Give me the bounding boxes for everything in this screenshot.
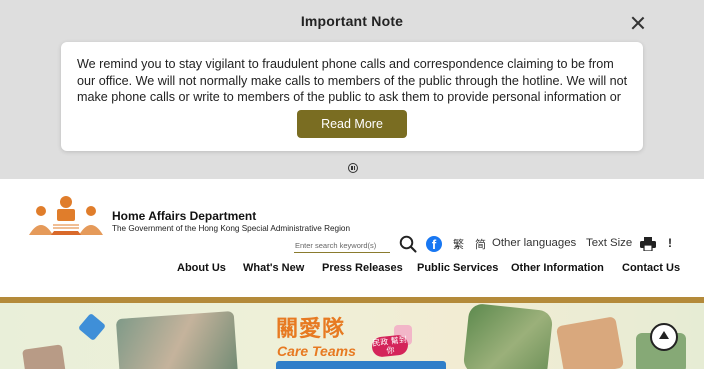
nav-whats-new[interactable]: What's New (243, 262, 304, 274)
important-note-banner: Important Note We remind you to stay vig… (0, 0, 704, 179)
notice-title: Important Note (300, 13, 404, 29)
banner-title-english: Care Teams (277, 343, 356, 359)
banner-badge: 民政 幫到你 (371, 334, 409, 358)
banner-subtitle-bar (276, 361, 446, 369)
hkhad-logo[interactable] (27, 195, 105, 239)
notice-card: We remind you to stay vigilant to fraudu… (61, 42, 643, 151)
nav-public-services[interactable]: Public Services (417, 262, 498, 274)
text-size-control[interactable]: Text Size (586, 237, 632, 249)
read-more-button[interactable]: Read More (297, 110, 407, 138)
search-input[interactable] (294, 238, 390, 253)
banner-photo (115, 310, 239, 369)
nav-contact-us[interactable]: Contact Us (622, 262, 680, 274)
lang-simplified-chinese[interactable]: 简 (475, 236, 486, 252)
department-subtitle: The Government of the Hong Kong Special … (112, 224, 351, 233)
alert-icon[interactable]: ! (668, 236, 672, 250)
lang-traditional-chinese[interactable]: 繁 (453, 236, 464, 252)
close-icon[interactable] (628, 13, 648, 33)
banner-photo (22, 344, 66, 369)
department-name[interactable]: Home Affairs Department (112, 209, 256, 223)
search-icon[interactable] (399, 235, 417, 253)
care-teams-banner[interactable]: 關愛隊 Care Teams 民政 幫到你 (0, 303, 704, 369)
nav-press-releases[interactable]: Press Releases (322, 262, 403, 274)
facebook-icon[interactable]: f (426, 236, 442, 252)
banner-photo (555, 316, 625, 369)
banner-photo (462, 303, 554, 369)
nav-other-information[interactable]: Other Information (511, 262, 604, 274)
other-languages-link[interactable]: Other languages (492, 237, 576, 249)
scroll-to-top-icon[interactable] (650, 323, 678, 351)
nav-about-us[interactable]: About Us (177, 262, 226, 274)
puzzle-piece-icon (77, 312, 107, 342)
print-icon[interactable] (640, 237, 656, 251)
notice-text: We remind you to stay vigilant to fraudu… (77, 57, 628, 105)
pause-icon[interactable] (348, 163, 358, 173)
site-header: Home Affairs Department The Government o… (0, 179, 704, 303)
banner-title-chinese: 關愛隊 (276, 317, 346, 342)
